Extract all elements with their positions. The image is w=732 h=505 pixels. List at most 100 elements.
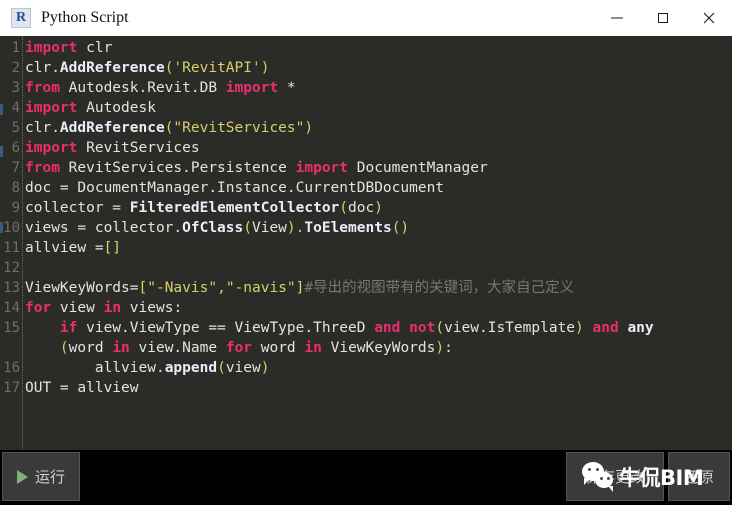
code-token: for xyxy=(25,300,52,316)
code-token: : xyxy=(444,340,453,356)
maximize-button[interactable] xyxy=(640,0,686,36)
code-token: ViewKeyWords= xyxy=(25,280,139,296)
code-token: ) xyxy=(575,320,584,336)
code-token: view.IsTemplate xyxy=(444,320,576,336)
bottom-action-bar: 运行 保存更改 还原 xyxy=(0,450,732,505)
code-token: clr. xyxy=(25,120,60,136)
line-number: 15 xyxy=(3,320,20,336)
code-token: () xyxy=(391,220,410,236)
code-token: doc = DocumentManager.Instance.CurrentDB… xyxy=(25,180,445,196)
code-token: [ xyxy=(138,280,148,296)
code-token: ( xyxy=(435,320,445,336)
save-changes-button[interactable]: 保存更改 xyxy=(566,452,664,501)
code-token: #导出的视图带有的关键词，大家自己定义 xyxy=(304,280,575,296)
code-token: append xyxy=(164,360,218,376)
code-line: 3 from Autodesk.Revit.DB import * xyxy=(0,78,732,98)
code-token: for xyxy=(225,340,253,356)
code-token: ) xyxy=(435,340,445,356)
code-line: 14 for view in views: xyxy=(0,298,732,318)
code-token: ). xyxy=(286,220,305,236)
code-token: collector = xyxy=(25,200,130,216)
revert-button[interactable]: 还原 xyxy=(668,452,730,501)
code-token: ToElements xyxy=(304,220,392,236)
code-text: views = collector.OfClass(View).ToElemen… xyxy=(20,218,409,238)
line-number: 4 xyxy=(11,100,20,116)
line-number: 9 xyxy=(11,200,20,216)
code-token: allview. xyxy=(25,360,165,376)
code-token: DocumentManager xyxy=(348,160,488,176)
code-token: ) xyxy=(260,60,270,76)
code-line: 9 collector = FilteredElementCollector(do… xyxy=(0,198,732,218)
code-text: clr.AddReference('RevitAPI') xyxy=(20,58,269,78)
code-text: allview.append(view) xyxy=(20,358,270,378)
code-token: from xyxy=(25,160,60,176)
code-text: import clr xyxy=(20,38,112,58)
code-line: 13 ViewKeyWords=["-Navis","-navis"]#导出的视图… xyxy=(0,278,732,298)
line-number: 2 xyxy=(11,60,20,76)
code-token: views: xyxy=(121,300,183,316)
code-line: 15 if view.ViewType == ViewType.ThreeD a… xyxy=(0,318,732,338)
code-token: clr xyxy=(77,40,113,56)
line-number: 8 xyxy=(11,180,20,196)
minimize-icon xyxy=(611,17,623,19)
app-icon-letter: R xyxy=(15,10,27,25)
code-token: doc xyxy=(348,200,375,216)
code-line: 16 allview.append(view) xyxy=(0,358,732,378)
code-line: 12 xyxy=(0,258,732,278)
code-text: import Autodesk xyxy=(20,98,156,118)
code-line: 4 import Autodesk xyxy=(0,98,732,118)
code-line: 17 OUT = allview xyxy=(0,378,732,398)
run-button[interactable]: 运行 xyxy=(2,452,80,501)
code-token: ( xyxy=(243,220,252,236)
code-line: 8 doc = DocumentManager.Instance.CurrentD… xyxy=(0,178,732,198)
save-changes-label: 保存更改 xyxy=(584,468,645,486)
code-text: from RevitServices.Persistence import Do… xyxy=(20,158,488,178)
line-number: 12 xyxy=(3,260,20,276)
close-icon xyxy=(703,12,715,24)
code-token: import xyxy=(295,160,349,176)
code-editor[interactable]: 1 import clr 2 clr.AddReference('RevitAPI')… xyxy=(0,36,732,450)
code-token: view.ViewType == ViewType.ThreeD xyxy=(77,320,375,336)
code-token: in xyxy=(304,340,322,356)
code-text: doc = DocumentManager.Instance.CurrentDB… xyxy=(20,178,444,198)
code-token: view xyxy=(225,360,261,376)
line-number: 16 xyxy=(3,360,20,376)
run-button-label: 运行 xyxy=(34,468,65,486)
code-token: RevitServices xyxy=(77,140,200,156)
code-token: ( xyxy=(217,360,226,376)
line-number: 11 xyxy=(3,240,20,256)
revit-dynamo-icon: R xyxy=(11,8,31,28)
code-text: OUT = allview xyxy=(20,378,139,398)
code-text: if view.ViewType == ViewType.ThreeD and … xyxy=(20,318,654,338)
code-token: AddReference xyxy=(59,60,165,76)
close-button[interactable] xyxy=(686,0,732,36)
code-text: for view in views: xyxy=(20,298,182,318)
code-token: from xyxy=(25,80,60,96)
code-token: ( xyxy=(339,200,349,216)
code-token: import xyxy=(25,40,78,56)
line-number: 5 xyxy=(11,120,20,136)
code-token: ViewKeyWords xyxy=(321,340,436,356)
code-token: view.Name xyxy=(129,340,226,356)
code-token: , xyxy=(217,280,226,296)
code-token: "RevitServices" xyxy=(173,120,305,136)
code-line: 5 clr.AddReference("RevitServices") xyxy=(0,118,732,138)
code-token: any xyxy=(627,320,654,336)
maximize-icon xyxy=(658,13,668,23)
code-token: View xyxy=(251,220,287,236)
code-token: "-Navis" xyxy=(147,280,218,296)
code-line: 2 clr.AddReference('RevitAPI') xyxy=(0,58,732,78)
code-token: and xyxy=(374,320,401,336)
code-token: word xyxy=(252,340,305,356)
code-token: FilteredElementCollector xyxy=(129,200,340,216)
code-text: clr.AddReference("RevitServices") xyxy=(20,118,313,138)
minimize-button[interactable] xyxy=(594,0,640,36)
code-text: (word in view.Name for word in ViewKeyWo… xyxy=(20,338,453,358)
line-number: 10 xyxy=(3,220,20,236)
code-token: [] xyxy=(103,240,122,256)
code-token: views = collector. xyxy=(25,220,183,236)
code-token: word xyxy=(68,340,113,356)
code-token: * xyxy=(278,80,296,96)
